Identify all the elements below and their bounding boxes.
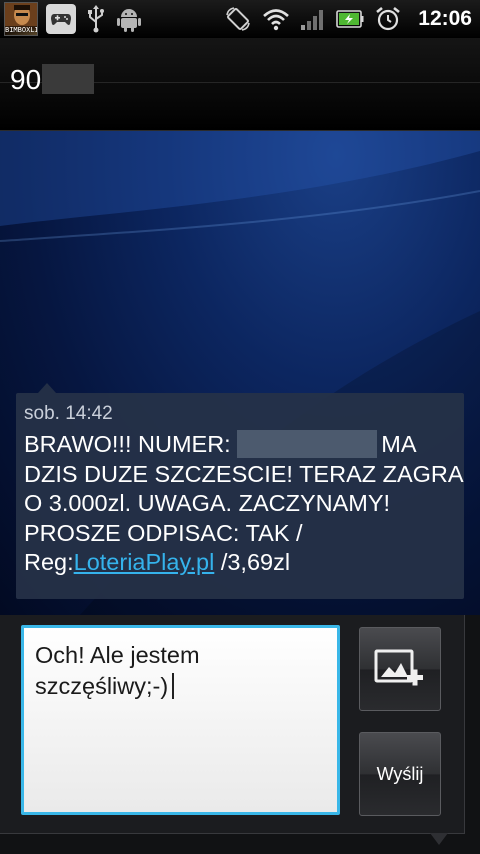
battery-icon	[336, 10, 364, 28]
alarm-icon	[376, 6, 401, 31]
rotation-icon	[226, 7, 251, 31]
input-line-2: szczęśliwy;-)	[35, 671, 325, 702]
usb-icon	[88, 5, 104, 33]
message-line-1-start: BRAWO!!! NUMER:	[24, 431, 231, 457]
text-caret	[172, 673, 175, 699]
message-link[interactable]: LoteriaPlay.pl	[74, 549, 215, 575]
message-line-5: Reg:LoteriaPlay.pl /3,69zl	[24, 548, 464, 578]
add-picture-icon	[374, 649, 423, 686]
message-line-3: O 3.000zl. UWAGA. ZACZYNAMY!	[24, 490, 391, 516]
gamepad-icon	[46, 4, 76, 34]
attach-picture-button[interactable]	[359, 627, 441, 711]
system-icons: 12:06	[224, 0, 472, 38]
message-line-2: DZIS DUZE SZCZESCIE! TERAZ ZAGRA	[24, 460, 464, 487]
message-line-5-suffix: /3,69zl	[214, 549, 291, 575]
compose-panel: Och! Ale jestem szczęśliwy;-) Wyślij	[0, 615, 480, 854]
message-line-1: BRAWO!!! NUMER: MA	[24, 430, 464, 460]
conversation-header: 90	[0, 38, 480, 131]
message-line-1-end: MA	[381, 431, 417, 457]
message-text: BRAWO!!! NUMER: MA DZIS DUZE SZCZESCIE! …	[24, 430, 464, 578]
message-input-text: Och! Ale jestem szczęśliwy;-)	[35, 640, 325, 702]
compose-tail	[430, 833, 448, 845]
redacted-number	[42, 64, 94, 94]
message-line-5-prefix: Reg:	[24, 549, 74, 575]
message-bubble[interactable]: sob. 14:42 BRAWO!!! NUMER: MA DZIS DUZE …	[16, 383, 464, 599]
input-line-1: Och! Ale jestem	[35, 642, 200, 668]
input-line-2-text: szczęśliwy;-)	[35, 673, 169, 699]
contact-number[interactable]: 90	[10, 64, 41, 96]
message-input[interactable]: Och! Ale jestem szczęśliwy;-)	[21, 625, 340, 815]
send-button-label: Wyślij	[376, 763, 424, 784]
wifi-icon	[263, 9, 290, 31]
clock: 12:06	[418, 7, 472, 30]
bubble-tail	[38, 383, 56, 393]
status-bar: BIMBOXLIFE	[0, 0, 480, 38]
avatar-icon: BIMBOXLIFE	[4, 2, 38, 36]
android-debug-icon	[117, 9, 141, 32]
notification-icons: BIMBOXLIFE	[4, 2, 142, 36]
signal-icon	[301, 10, 324, 30]
message-list[interactable]: sob. 14:42 BRAWO!!! NUMER: MA DZIS DUZE …	[0, 131, 480, 615]
message-line-4: PROSZE ODPISAC: TAK /	[24, 519, 303, 546]
message-timestamp: sob. 14:42	[24, 403, 113, 424]
send-button[interactable]: Wyślij	[359, 732, 441, 816]
avatar-caption: BIMBOXLIFE	[5, 26, 37, 35]
redacted-phone-number	[237, 430, 378, 458]
